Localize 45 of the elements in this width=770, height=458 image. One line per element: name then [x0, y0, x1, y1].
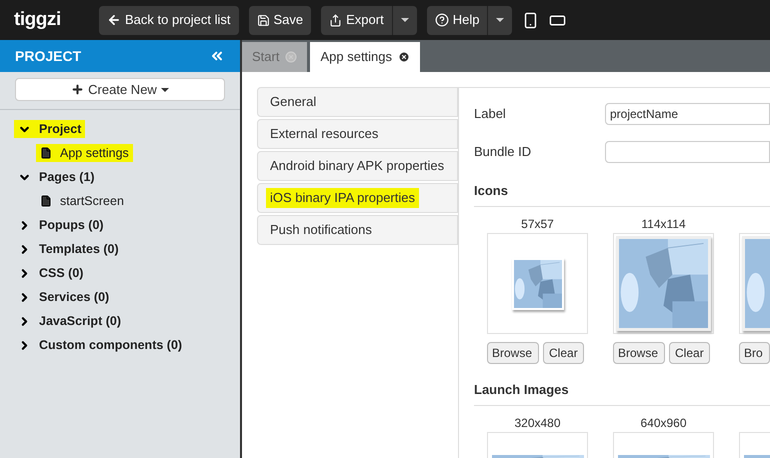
- toolbar-button[interactable]: Back to project list: [99, 6, 238, 34]
- tree-item[interactable]: Custom components (0): [14, 336, 186, 354]
- size-label: 57x57: [521, 216, 554, 233]
- share-icon: [329, 14, 342, 26]
- caret-icon: [400, 18, 409, 22]
- caret-icon: [160, 88, 169, 92]
- caret-icon: [496, 18, 504, 22]
- file-icon: [40, 147, 52, 159]
- settings-nav-item[interactable]: Push notifications: [257, 215, 458, 245]
- create-new-button[interactable]: Create New: [15, 78, 225, 101]
- browse-button[interactable]: Bro: [739, 342, 770, 364]
- tree-item[interactable]: startScreen: [36, 192, 128, 210]
- size-label: 640x960: [640, 415, 687, 432]
- section-title: Icons: [474, 183, 508, 198]
- settings-nav-item[interactable]: General: [257, 87, 458, 117]
- clear-button[interactable]: Clear: [543, 342, 584, 364]
- tree-item[interactable]: Popups (0): [14, 216, 108, 234]
- field-label: Label: [474, 105, 507, 124]
- clear-button[interactable]: Clear: [669, 342, 710, 364]
- settings-nav-item[interactable]: External resources: [257, 119, 458, 149]
- logo: tiggzi: [14, 8, 62, 32]
- toolbar-button[interactable]: Save: [248, 6, 312, 34]
- tab[interactable]: App settings: [310, 42, 420, 72]
- field-label: Bundle ID: [474, 143, 532, 162]
- tree-item[interactable]: CSS (0): [14, 264, 88, 282]
- settings-nav-item[interactable]: iOS binary IPA properties: [257, 183, 458, 213]
- size-label: 114x114: [641, 216, 686, 233]
- size-label: 320x480: [514, 415, 561, 432]
- save-icon: [256, 14, 270, 26]
- tree-item[interactable]: App settings: [36, 144, 133, 162]
- input-field[interactable]: projectName: [605, 103, 770, 125]
- tree-item[interactable]: JavaScript (0): [14, 312, 125, 330]
- help-icon: [434, 13, 449, 27]
- tree-item[interactable]: Pages (1): [14, 168, 99, 186]
- browse-button[interactable]: Browse: [613, 342, 666, 364]
- plus-icon: [71, 83, 84, 96]
- section-title: Launch Images: [474, 382, 569, 397]
- sidebar-title: PROJECT: [15, 46, 82, 66]
- file-icon: [40, 195, 52, 207]
- tree-item[interactable]: Templates (0): [14, 240, 123, 258]
- tree-item[interactable]: Services (0): [14, 288, 114, 306]
- input-field[interactable]: [605, 141, 770, 163]
- settings-nav-item[interactable]: Android binary APK properties: [257, 151, 458, 181]
- browse-button[interactable]: Browse: [487, 342, 540, 364]
- tree-item[interactable]: Project: [14, 120, 86, 138]
